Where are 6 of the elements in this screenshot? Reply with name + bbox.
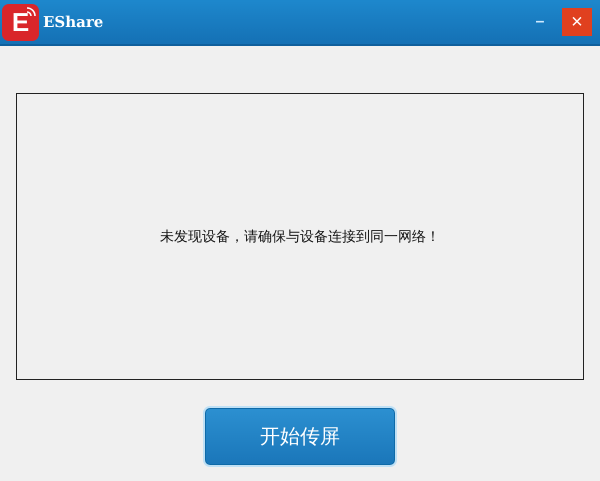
window-title: EShare (43, 13, 104, 31)
minimize-button[interactable]: – (528, 8, 552, 36)
start-button[interactable]: 开始传屏 (205, 408, 395, 465)
app-logo: E (2, 4, 39, 40)
status-message: 未发现设备，请确保与设备连接到同一网络！ (160, 228, 440, 246)
close-button[interactable]: × (562, 8, 592, 36)
